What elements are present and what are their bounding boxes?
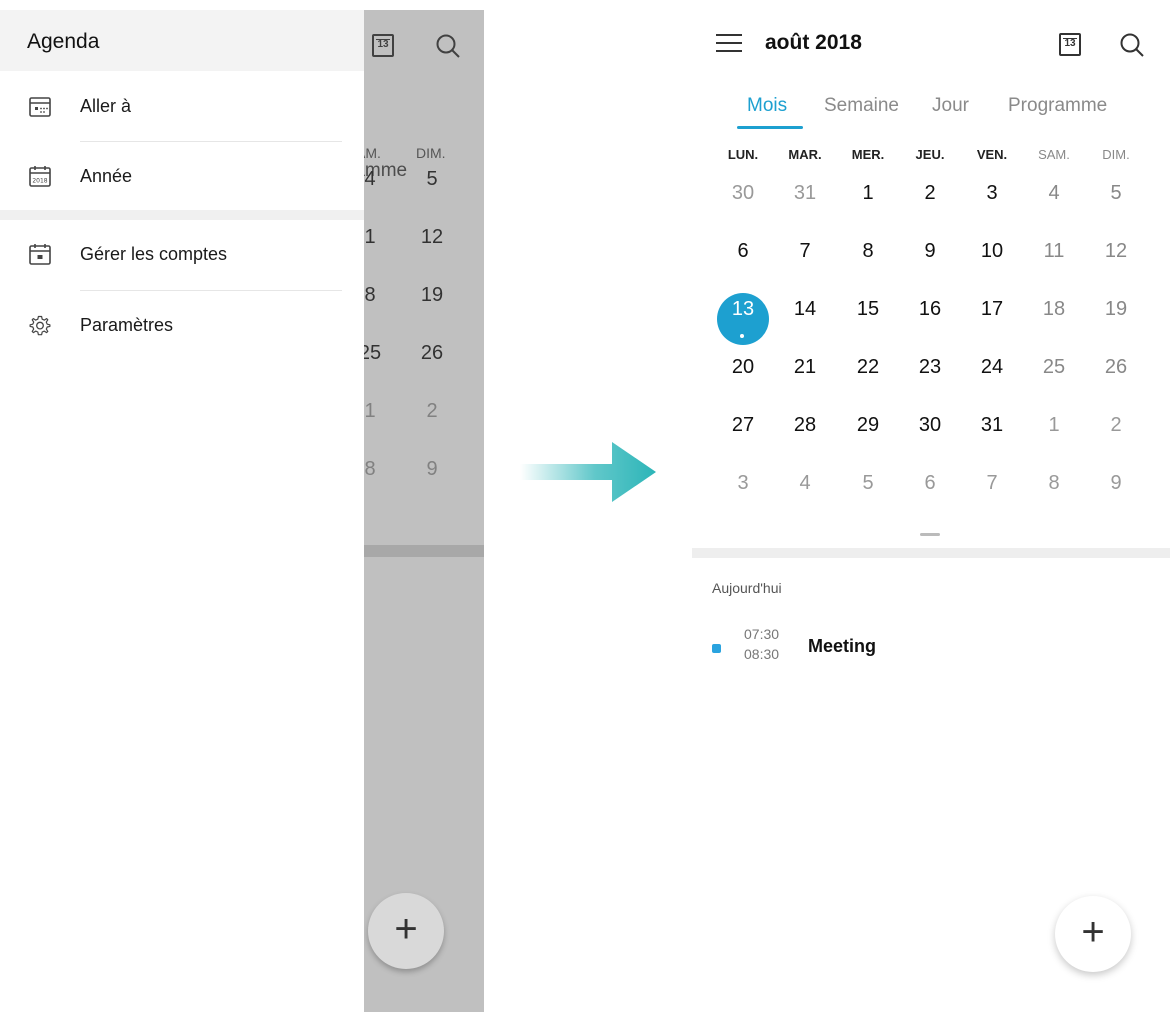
day-cell[interactable]: 28: [780, 414, 830, 437]
day-cell[interactable]: 9: [905, 240, 955, 263]
navigation-drawer: Agenda Aller à 2018 Année Gérer les comp…: [0, 10, 364, 1012]
week-row: 27 28 29 30 31 1 2: [692, 414, 1170, 472]
day-cell[interactable]: 31: [780, 182, 830, 205]
drawer-item-label: Gérer les comptes: [80, 244, 228, 264]
day-cell[interactable]: 20: [718, 356, 768, 379]
drawer-item-manage-accounts[interactable]: Gérer les comptes: [0, 220, 364, 290]
active-tab-indicator: [737, 126, 803, 129]
day-cell[interactable]: 1: [1029, 414, 1079, 437]
day-cell[interactable]: 24: [967, 356, 1017, 379]
search-icon[interactable]: [1118, 31, 1146, 59]
day-cell[interactable]: 26: [1091, 356, 1141, 379]
month-grid: 30 31 1 2 3 4 5 6 7 8 9 10 11 12 13 14 1…: [692, 182, 1170, 530]
day-cell[interactable]: 8: [1029, 472, 1079, 495]
day-cell[interactable]: 9: [1091, 472, 1141, 495]
tab-day[interactable]: Jour: [932, 95, 969, 117]
weekday-label: JEU.: [915, 147, 945, 162]
weekday-label: SAM.: [1038, 147, 1070, 162]
menu-icon[interactable]: [716, 34, 742, 54]
day-cell[interactable]: 5: [843, 472, 893, 495]
week-row: 3 4 5 6 7 8 9: [692, 472, 1170, 530]
drawer-header: Agenda: [0, 10, 364, 71]
event-title: Meeting: [808, 636, 877, 656]
day-cell[interactable]: 4: [1029, 182, 1079, 205]
day-cell[interactable]: 19: [1091, 298, 1141, 321]
day-cell[interactable]: 1: [843, 182, 893, 205]
weekday-label: VEN.: [976, 147, 1008, 162]
day-cell[interactable]: 8: [843, 240, 893, 263]
day-cell[interactable]: 3: [967, 182, 1017, 205]
day-cell[interactable]: 16: [905, 298, 955, 321]
day-cell[interactable]: 10: [967, 240, 1017, 263]
drawer-title: Agenda: [27, 30, 100, 53]
day-cell[interactable]: 30: [718, 182, 768, 205]
day-cell[interactable]: 15: [843, 298, 893, 321]
day-cell[interactable]: 6: [905, 472, 955, 495]
drawer-item-label: Paramètres: [80, 315, 174, 335]
day-cell[interactable]: 17: [967, 298, 1017, 321]
tab-week[interactable]: Semaine: [824, 95, 899, 117]
view-tabs: Mois Semaine Jour Programme: [692, 92, 1170, 132]
event-item[interactable]: 07:30 08:30 Meeting: [692, 620, 1170, 680]
week-row: 30 31 1 2 3 4 5: [692, 182, 1170, 240]
left-screen: 13 ramme AM. DIM. 45 1 12 8 19 25 26 12 89 …: [0, 10, 484, 1012]
manage-calendars-icon: [29, 244, 51, 265]
day-cell-today[interactable]: 13: [718, 298, 768, 321]
day-cell[interactable]: 29: [843, 414, 893, 437]
day-cell[interactable]: 6: [718, 240, 768, 263]
tab-month[interactable]: Mois: [747, 95, 787, 117]
weekday-label: MER.: [851, 147, 885, 162]
today-section-label: Aujourd'hui: [712, 580, 782, 596]
day-cell[interactable]: 2: [905, 182, 955, 205]
day-cell[interactable]: 22: [843, 356, 893, 379]
month-title[interactable]: août 2018: [765, 31, 862, 55]
week-row: 20 21 22 23 24 25 26: [692, 356, 1170, 414]
day-cell[interactable]: 11: [1029, 240, 1079, 263]
day-cell[interactable]: 12: [1091, 240, 1141, 263]
year-icon-text: 2018: [32, 178, 47, 185]
right-screen: août 2018 13 Mois Semaine Jour Programme…: [692, 10, 1170, 1012]
drawer-item-goto[interactable]: Aller à: [0, 72, 364, 142]
day-cell[interactable]: 2: [1091, 414, 1141, 437]
weekday-header: LUN. MAR. MER. JEU. VEN. SAM. DIM.: [692, 147, 1170, 167]
day-cell[interactable]: 23: [905, 356, 955, 379]
weekday-label: LUN.: [727, 147, 759, 162]
day-cell[interactable]: 7: [967, 472, 1017, 495]
add-event-button[interactable]: +: [1055, 896, 1131, 972]
day-cell[interactable]: 4: [780, 472, 830, 495]
day-cell[interactable]: 27: [718, 414, 768, 437]
goto-calendar-icon: [29, 97, 51, 117]
week-row: 13 14 15 16 17 18 19: [692, 298, 1170, 356]
day-cell[interactable]: 31: [967, 414, 1017, 437]
section-divider: [692, 548, 1170, 558]
add-event-button[interactable]: +: [368, 893, 444, 969]
transition-arrow-icon: [520, 442, 656, 502]
drawer-item-label: Aller à: [80, 96, 132, 116]
day-cell[interactable]: 3: [718, 472, 768, 495]
drawer-item-settings[interactable]: Paramètres: [0, 291, 364, 361]
day-cell[interactable]: 25: [1029, 356, 1079, 379]
year-calendar-icon: 2018: [29, 166, 51, 187]
event-end-time: 08:30: [744, 646, 780, 662]
day-cell[interactable]: 5: [1091, 182, 1141, 205]
drawer-item-label: Année: [80, 166, 133, 186]
drawer-item-year[interactable]: 2018 Année: [0, 142, 364, 212]
week-row: 6 7 8 9 10 11 12: [692, 240, 1170, 298]
day-cell[interactable]: 14: [780, 298, 830, 321]
day-cell[interactable]: 21: [780, 356, 830, 379]
collapse-handle[interactable]: [920, 533, 940, 536]
section-divider: [0, 210, 364, 220]
weekday-label: MAR.: [788, 147, 822, 162]
calendar-today-icon[interactable]: 13: [1059, 33, 1081, 56]
day-cell[interactable]: 30: [905, 414, 955, 437]
weekday-label: DIM.: [1102, 147, 1130, 162]
event-start-time: 07:30: [744, 626, 780, 642]
day-cell[interactable]: 18: [1029, 298, 1079, 321]
tab-schedule[interactable]: Programme: [1008, 95, 1107, 117]
gear-icon: [29, 315, 51, 336]
app-header: août 2018 13: [692, 10, 1170, 74]
event-color-dot: [712, 644, 721, 653]
day-cell[interactable]: 7: [780, 240, 830, 263]
